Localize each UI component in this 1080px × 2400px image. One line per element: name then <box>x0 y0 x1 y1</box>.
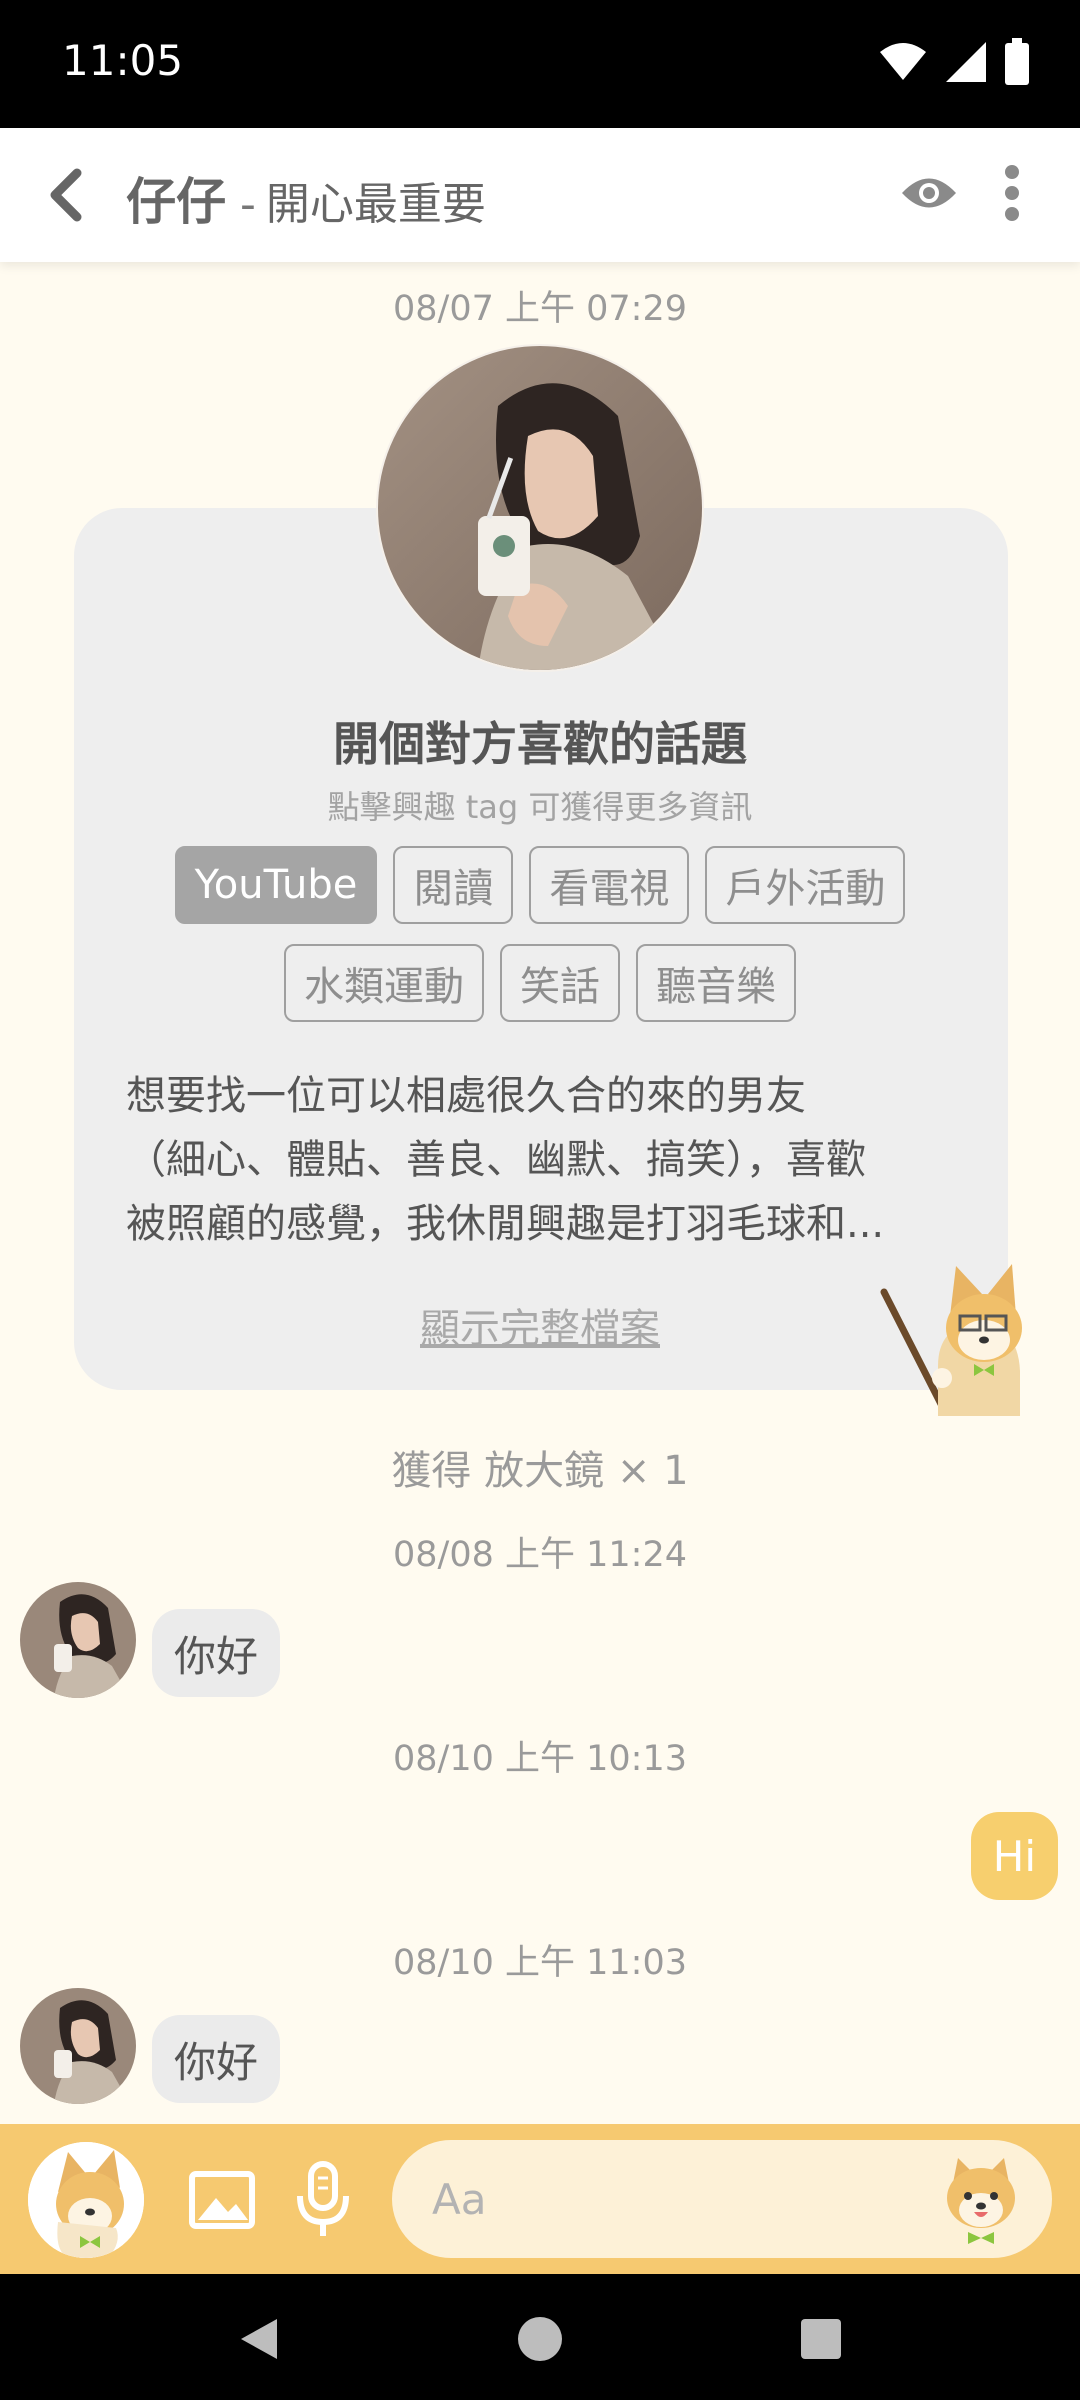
nav-home-button[interactable] <box>505 2304 575 2374</box>
nav-home-icon <box>518 2317 562 2361</box>
message-timestamp: 08/10 上午 10:13 <box>393 1739 687 1779</box>
interest-tags-row-2: 水類運動 笑話 聽音樂 <box>0 944 1080 1022</box>
image-icon <box>189 2171 255 2229</box>
message-input-bar <box>0 2124 1080 2274</box>
more-options-button[interactable] <box>980 158 1044 228</box>
title-separator: - <box>240 179 256 230</box>
send-image-button[interactable] <box>186 2164 258 2236</box>
bio-line: 被照顧的感覺，我休閒興趣是打羽毛球和... <box>126 1201 885 1247</box>
signal-icon <box>946 42 986 82</box>
message-timestamp: 08/08 上午 11:24 <box>393 1535 687 1575</box>
shiba-sticker-icon <box>947 2158 1015 2244</box>
battery-icon <box>1005 38 1029 85</box>
interest-tag[interactable]: 笑話 <box>500 944 620 1022</box>
status-bar: 11:05 <box>0 0 1080 128</box>
bio-line: （細心、體貼、善良、幽默、搞笑），喜歡 <box>126 1137 866 1183</box>
status-icons <box>878 36 1030 88</box>
profile-photo <box>378 346 702 670</box>
interest-tag[interactable]: 看電視 <box>529 846 690 924</box>
wifi-icon <box>880 43 926 80</box>
chat-header: 仔仔 - 開心最重要 <box>0 128 1080 262</box>
shiba-mascot-icon <box>878 1256 1038 1416</box>
profile-avatar[interactable] <box>378 346 702 670</box>
contact-avatar[interactable] <box>20 1582 136 1698</box>
nav-recents-button[interactable] <box>786 2304 856 2374</box>
back-button[interactable] <box>30 160 100 230</box>
incoming-message-bubble[interactable]: 你好 <box>152 2015 281 2103</box>
more-vert-icon <box>1005 165 1019 221</box>
contact-photo <box>20 1988 136 2104</box>
sticker-button[interactable] <box>936 2154 1026 2244</box>
back-arrow-icon <box>50 168 82 222</box>
view-profile-button[interactable] <box>894 158 964 228</box>
nav-back-icon <box>241 2319 277 2359</box>
contact-name: 仔仔 <box>126 173 226 231</box>
incoming-message-bubble[interactable]: 你好 <box>152 1609 281 1697</box>
voice-message-button[interactable] <box>288 2160 358 2240</box>
contact-avatar[interactable] <box>20 1988 136 2104</box>
contact-photo <box>20 1582 136 1698</box>
shiba-avatar-icon <box>28 2142 144 2258</box>
card-title: 開個對方喜歡的話題 <box>333 717 747 771</box>
eye-icon <box>902 178 956 208</box>
message-timestamp: 08/07 上午 07:29 <box>393 289 687 329</box>
profile-bio: 想要找一位可以相處很久合的來的男友 （細心、體貼、善良、幽默、搞笑），喜歡 被照… <box>126 1064 962 1256</box>
nav-back-button[interactable] <box>224 2304 294 2374</box>
message-timestamp: 08/10 上午 11:03 <box>393 1943 687 1983</box>
card-subtitle: 點擊興趣 tag 可獲得更多資訊 <box>327 788 753 826</box>
reward-notice: 獲得 放大鏡 × 1 <box>391 1448 689 1494</box>
bio-line: 想要找一位可以相處很久合的來的男友 <box>126 1073 806 1119</box>
system-nav-bar <box>0 2274 1080 2400</box>
mic-icon <box>297 2161 349 2236</box>
contact-status-message: 開心最重要 <box>265 179 486 230</box>
chat-title[interactable]: 仔仔 - 開心最重要 <box>126 162 486 232</box>
status-time: 11:05 <box>62 36 184 85</box>
interest-tags-row-1: YouTube 閱讀 看電視 戶外活動 <box>0 846 1080 924</box>
interest-tag[interactable]: 戶外活動 <box>705 846 906 924</box>
interest-tag[interactable]: 閱讀 <box>393 846 514 924</box>
nav-recents-icon <box>801 2319 841 2359</box>
interest-tag[interactable]: 聽音樂 <box>636 944 796 1022</box>
outgoing-message-bubble[interactable]: Hi <box>970 1812 1058 1900</box>
sticker-panel-button[interactable] <box>28 2142 144 2258</box>
interest-tag[interactable]: 水類運動 <box>284 944 484 1022</box>
interest-tag[interactable]: YouTube <box>174 846 378 924</box>
